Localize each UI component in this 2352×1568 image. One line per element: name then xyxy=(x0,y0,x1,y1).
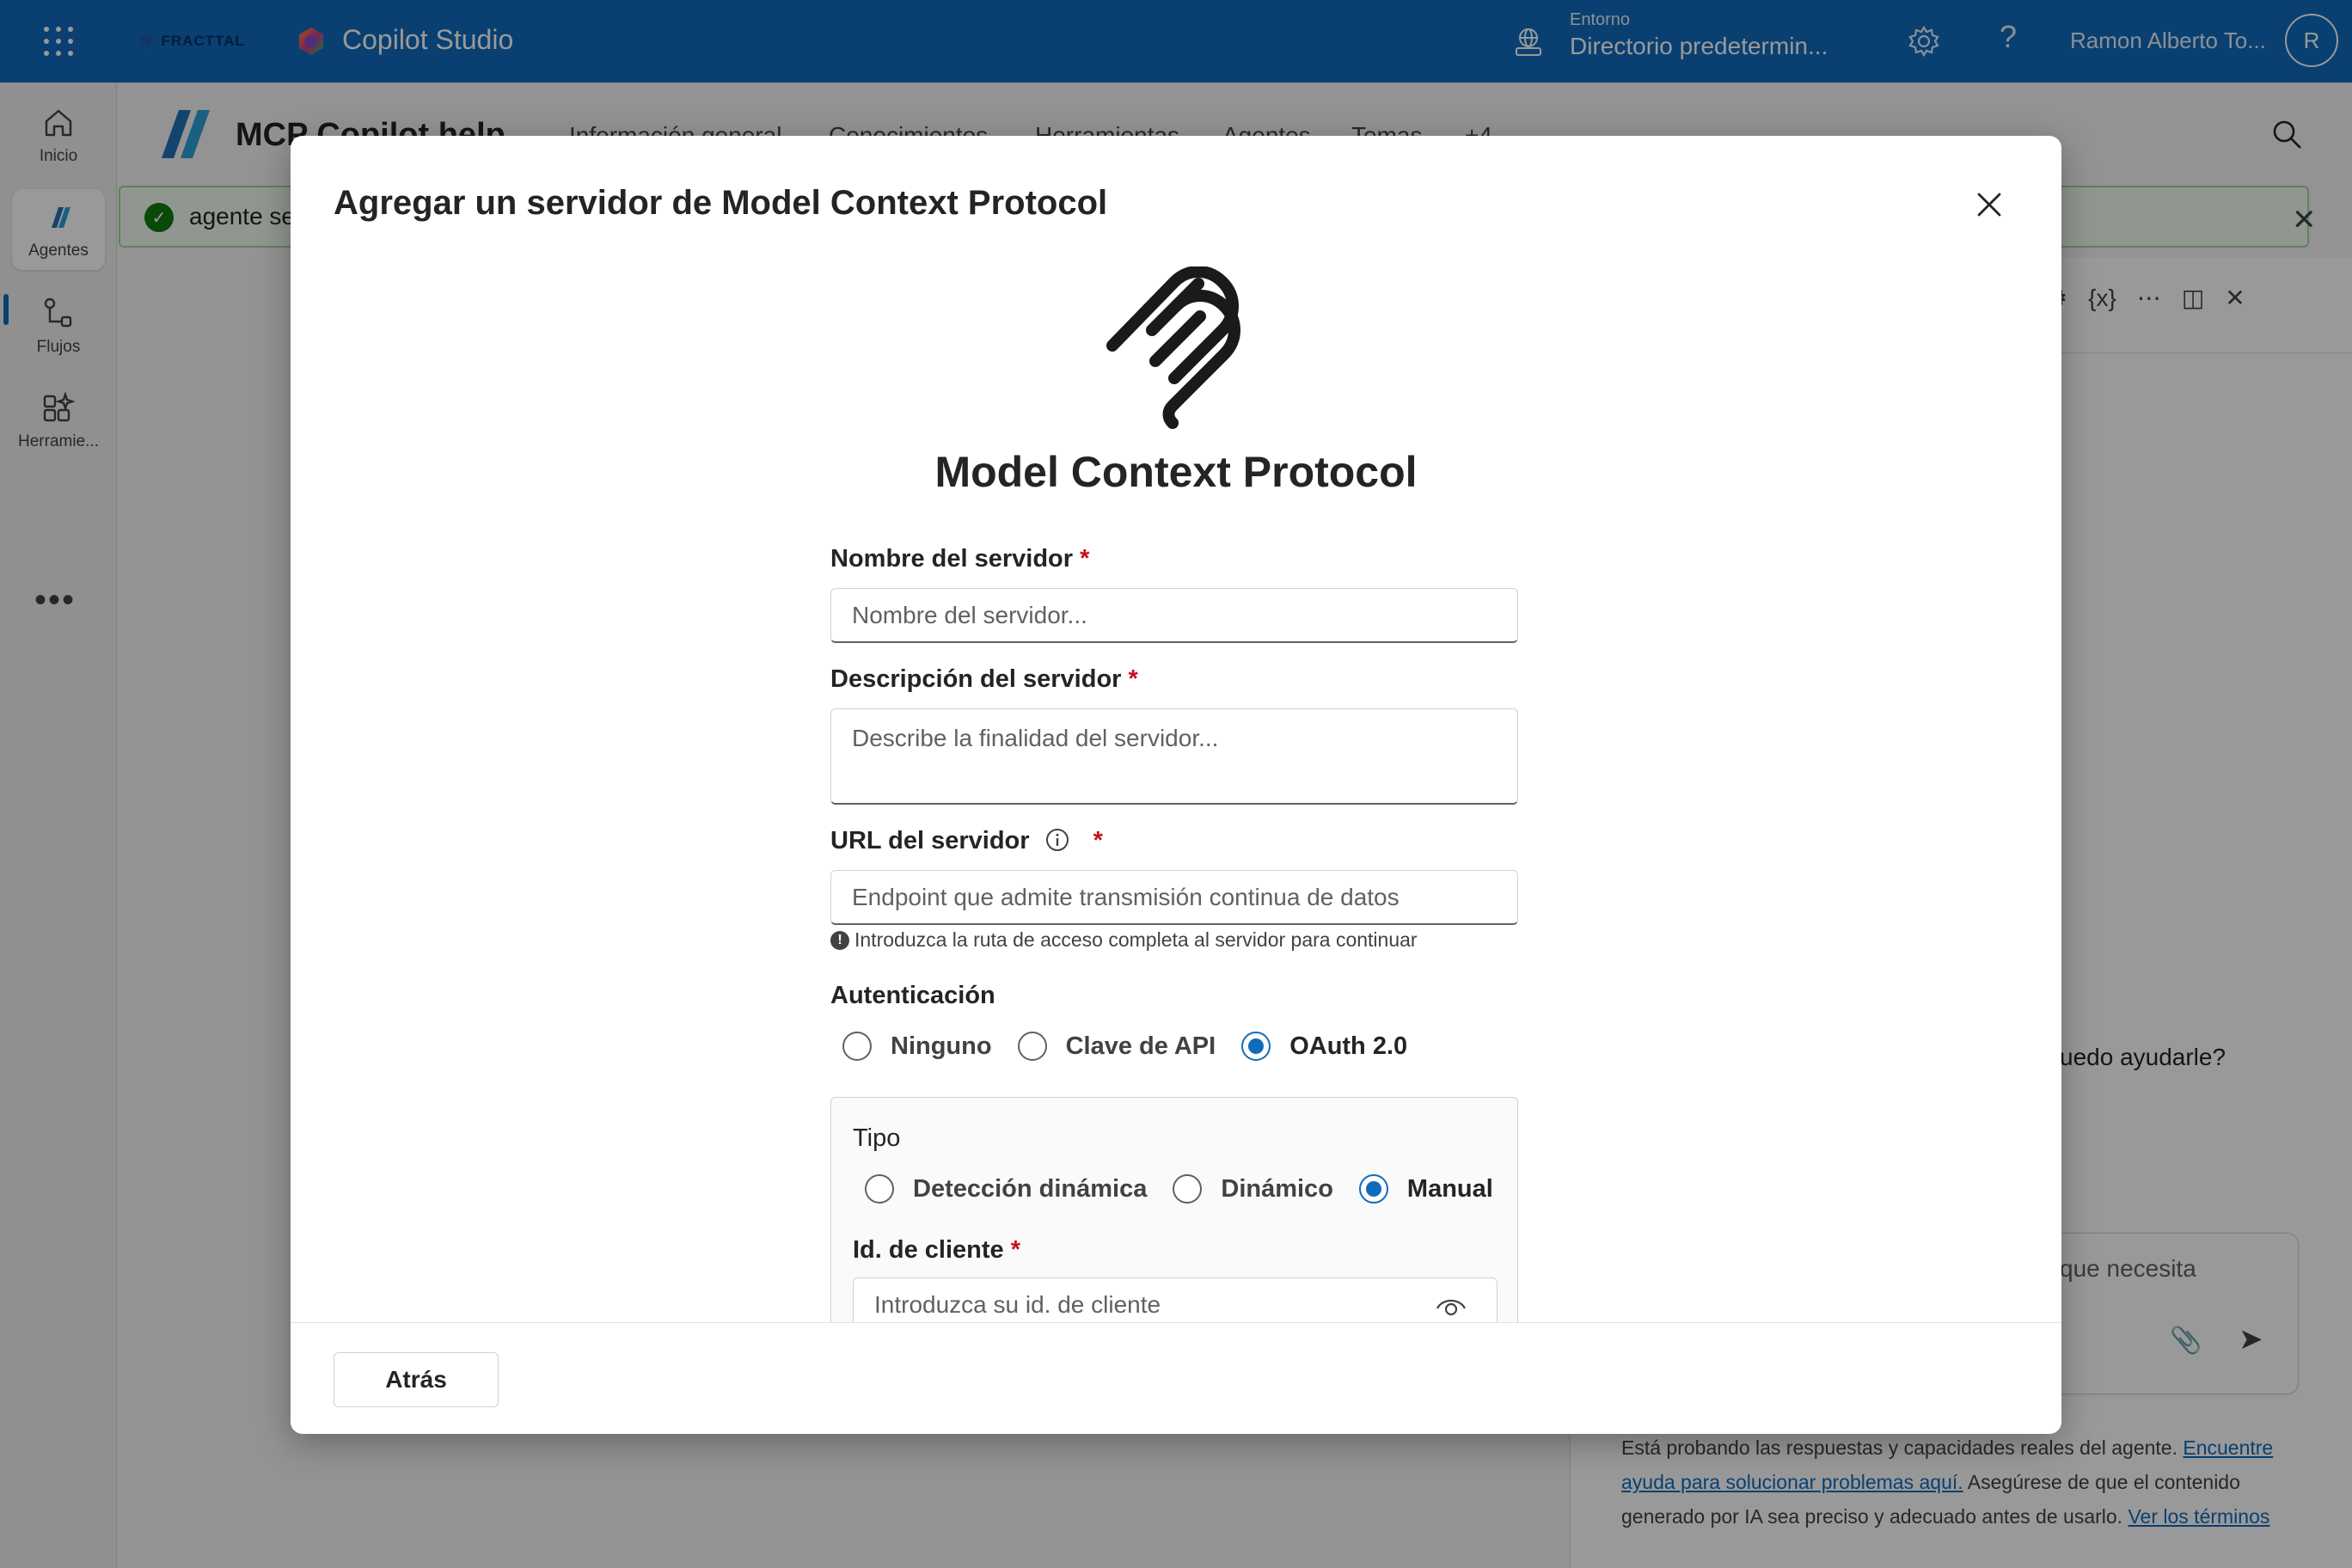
server-url-label: URL del servidor * xyxy=(830,827,1103,855)
oauth-type-dynamic[interactable]: Dinámico xyxy=(1173,1174,1333,1204)
add-mcp-server-dialog: Agregar un servidor de Model Context Pro… xyxy=(291,136,2061,1434)
radio-circle[interactable] xyxy=(1017,1032,1047,1061)
radio-circle[interactable] xyxy=(842,1032,872,1061)
required-mark: * xyxy=(1080,545,1090,573)
server-url-hint: ! Introduzca la ruta de acceso completa … xyxy=(830,928,1418,952)
auth-option-api-key[interactable]: Clave de API xyxy=(1017,1032,1216,1061)
auth-option-none-label: Ninguno xyxy=(891,1032,992,1060)
oauth-type-dynamic-discovery[interactable]: Detección dinámica xyxy=(865,1174,1147,1204)
required-mark: * xyxy=(1128,665,1138,693)
mcp-title: Model Context Protocol xyxy=(934,448,1418,496)
server-name-label: Nombre del servidor * xyxy=(830,545,1089,573)
server-description-input[interactable] xyxy=(830,708,1518,805)
auth-option-oauth[interactable]: OAuth 2.0 xyxy=(1241,1032,1407,1061)
oauth-type-manual-label: Manual xyxy=(1406,1174,1493,1203)
server-name-input[interactable] xyxy=(830,588,1518,643)
info-icon[interactable] xyxy=(1045,828,1069,852)
oauth-type-options: Detección dinámica Dinámico Manual xyxy=(865,1174,1519,1204)
auth-option-oauth-label: OAuth 2.0 xyxy=(1289,1032,1408,1060)
radio-circle[interactable] xyxy=(1241,1032,1271,1061)
server-name-label-text: Nombre del servidor xyxy=(830,545,1074,573)
server-url-label-text: URL del servidor xyxy=(830,827,1030,854)
radio-circle[interactable] xyxy=(865,1174,894,1204)
auth-option-none[interactable]: Ninguno xyxy=(842,1032,992,1061)
required-mark: * xyxy=(1010,1236,1021,1264)
back-button[interactable]: Atrás xyxy=(334,1352,499,1407)
oauth-type-dynamic-discovery-label: Detección dinámica xyxy=(913,1174,1148,1203)
dialog-title: Agregar un servidor de Model Context Pro… xyxy=(334,184,1108,222)
close-icon[interactable] xyxy=(1972,187,2006,222)
authentication-label: Autenticación xyxy=(830,982,995,1009)
client-id-label-text: Id. de cliente xyxy=(853,1236,1004,1264)
oauth-type-label: Tipo xyxy=(853,1124,901,1152)
server-description-label-text: Descripción del servidor xyxy=(830,665,1122,693)
radio-circle[interactable] xyxy=(1358,1174,1388,1204)
show-password-eye-icon[interactable] xyxy=(1434,1291,1468,1320)
mcp-logo-icon xyxy=(1106,266,1240,429)
alert-icon: ! xyxy=(830,930,849,950)
server-description-label: Descripción del servidor * xyxy=(830,665,1138,694)
oauth-type-dynamic-label: Dinámico xyxy=(1221,1174,1333,1203)
server-url-input[interactable] xyxy=(830,870,1518,925)
authentication-options: Ninguno Clave de API OAuth 2.0 xyxy=(842,1032,1433,1061)
server-url-hint-text: Introduzca la ruta de acceso completa al… xyxy=(854,928,1418,951)
required-mark: * xyxy=(1093,827,1103,854)
radio-circle[interactable] xyxy=(1173,1174,1203,1204)
oauth-type-manual[interactable]: Manual xyxy=(1358,1174,1493,1204)
dialog-footer: Atrás xyxy=(291,1322,2061,1434)
auth-option-api-key-label: Clave de API xyxy=(1065,1032,1216,1060)
client-id-label: Id. de cliente * xyxy=(853,1236,1020,1265)
